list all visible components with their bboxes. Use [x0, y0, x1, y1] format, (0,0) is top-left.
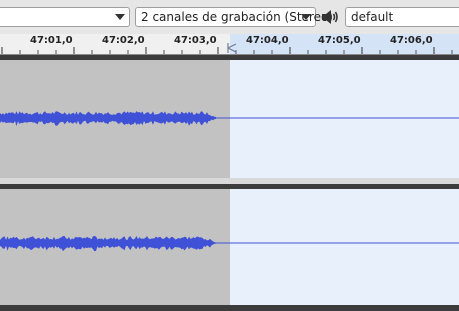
playback-device-label: default [351, 10, 394, 24]
recording-device-dropdown[interactable] [0, 7, 130, 27]
ruler-tick-label: 47:04,0 [246, 35, 289, 46]
waveform [0, 111, 459, 126]
recording-channels-dropdown[interactable]: 2 canales de grabación (Stereo) [135, 7, 333, 27]
speaker-icon [322, 10, 338, 24]
audio-track-left-channel[interactable] [0, 55, 459, 178]
timeline-ruler[interactable]: 47:01,0 47:02,0 47:03,0 47:04,0 47:05,0 … [0, 34, 459, 55]
ruler-tick-label: 47:06,0 [390, 35, 433, 46]
waveform-shape [0, 236, 216, 252]
playback-device-dropdown[interactable]: default [345, 7, 459, 27]
audio-track-right-channel[interactable] [0, 184, 459, 305]
chevron-down-icon [301, 14, 311, 20]
waveform [0, 236, 459, 252]
device-toolbar: 2 canales de grabación (Stereo) default [0, 0, 459, 35]
track-bottom-border [0, 305, 459, 311]
ruler-tick-label: 47:02,0 [102, 35, 145, 46]
waveform-shape [0, 111, 216, 126]
ruler-tick-label: 47:03,0 [174, 35, 217, 46]
ruler-tick-label: 47:01,0 [30, 35, 73, 46]
ruler-tick-label: 47:05,0 [318, 35, 361, 46]
chevron-down-icon [115, 14, 125, 20]
